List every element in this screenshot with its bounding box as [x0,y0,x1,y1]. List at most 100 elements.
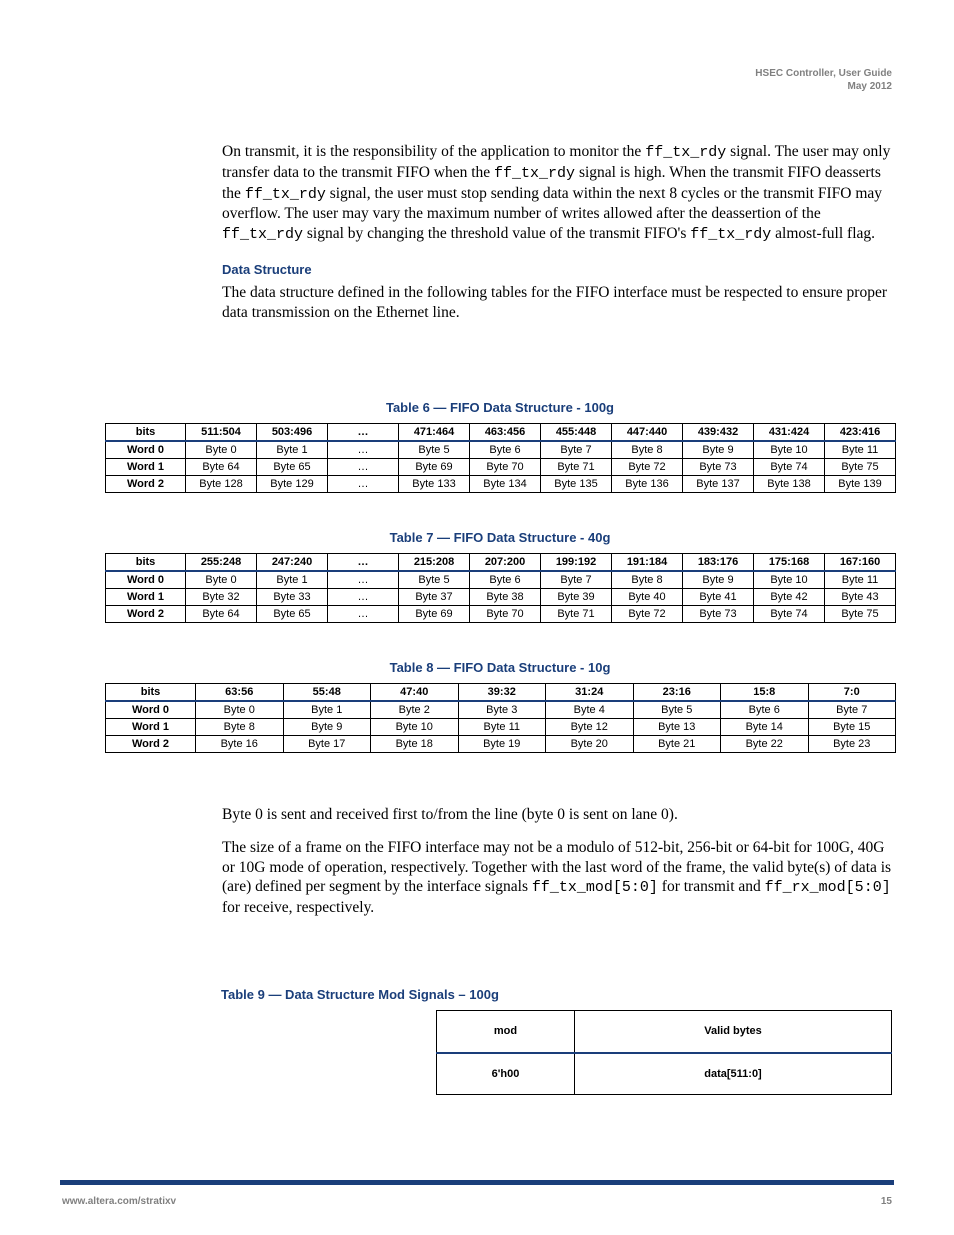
page-header: HSEC Controller, User Guide May 2012 [755,68,892,92]
doc-date: May 2012 [755,81,892,92]
col-header: 215:208 [399,554,470,572]
cell: Byte 9 [683,441,754,459]
col-header: bits [106,684,196,702]
cell: Byte 6 [470,441,541,459]
cell: Byte 43 [825,589,896,606]
cell: Byte 64 [186,606,257,623]
table8-title: Table 8 — FIFO Data Structure - 10g [105,660,895,675]
cell: … [328,606,399,623]
cell: Byte 39 [541,589,612,606]
cell: Byte 128 [186,476,257,493]
cell: Word 0 [106,571,186,589]
table-row: 6'h00 data[511:0] [437,1053,892,1095]
cell: Byte 16 [196,736,284,753]
table-header-row: bits 511:504 503:496 … 471:464 463:456 4… [106,424,896,442]
table-row: Word 1 Byte 32 Byte 33 … Byte 37 Byte 38… [106,589,896,606]
cell: … [328,441,399,459]
cell: Word 2 [106,476,186,493]
cell: Byte 8 [612,571,683,589]
col-header: 463:456 [470,424,541,442]
cell: Byte 6 [470,571,541,589]
cell: Byte 7 [808,701,896,719]
cell: Word 2 [106,736,196,753]
cell: Byte 5 [399,571,470,589]
cell: Byte 5 [633,701,721,719]
page-number: 15 [881,1196,892,1207]
table9-block: Table 9 — Data Structure Mod Signals – 1… [436,987,891,1095]
cell: Byte 41 [683,589,754,606]
cell: Byte 7 [541,571,612,589]
cell: Byte 22 [721,736,809,753]
cell: Byte 7 [541,441,612,459]
cell: Byte 139 [825,476,896,493]
cell: Byte 40 [612,589,683,606]
cell: Byte 134 [470,476,541,493]
cell: Byte 37 [399,589,470,606]
table9-title: Table 9 — Data Structure Mod Signals – 1… [221,987,891,1002]
col-header: 431:424 [754,424,825,442]
table8: bits 63:56 55:48 47:40 39:32 31:24 23:16… [105,683,896,753]
cell: Byte 73 [683,606,754,623]
cell: Word 1 [106,589,186,606]
cell: Byte 11 [458,719,546,736]
paragraph-data-structure: The data structure defined in the follow… [222,283,892,322]
col-header: 31:24 [546,684,634,702]
cell: Byte 32 [186,589,257,606]
footer-url: www.altera.com/stratixv [62,1196,176,1207]
signal-ff_tx_mod: ff_tx_mod[5:0] [532,879,658,896]
cell: Byte 72 [612,459,683,476]
table-row: Word 2 Byte 64 Byte 65 … Byte 69 Byte 70… [106,606,896,623]
cell: Byte 1 [257,571,328,589]
cell: Byte 70 [470,606,541,623]
col-header: 175:168 [754,554,825,572]
cell: Byte 71 [541,606,612,623]
table-header-row: bits 255:248 247:240 … 215:208 207:200 1… [106,554,896,572]
paragraph-transmit: On transmit, it is the responsibility of… [222,142,892,244]
cell: Byte 10 [754,571,825,589]
col-header: 7:0 [808,684,896,702]
cell: Byte 0 [186,571,257,589]
signal-ff_tx_rdy: ff_tx_rdy [245,186,326,203]
cell: Byte 33 [257,589,328,606]
text: for transmit and [658,878,765,895]
table6: bits 511:504 503:496 … 471:464 463:456 4… [105,423,896,493]
cell: Byte 20 [546,736,634,753]
cell: … [328,571,399,589]
cell: Byte 8 [612,441,683,459]
cell: … [328,589,399,606]
table-row: Word 1 Byte 8 Byte 9 Byte 10 Byte 11 Byt… [106,719,896,736]
text: On transmit, it is the responsibility of… [222,143,645,160]
cell: Byte 136 [612,476,683,493]
cell: Byte 23 [808,736,896,753]
table7: bits 255:248 247:240 … 215:208 207:200 1… [105,553,896,623]
cell: Byte 8 [196,719,284,736]
cell: Byte 75 [825,459,896,476]
table7-block: Table 7 — FIFO Data Structure - 40g bits… [105,530,895,623]
cell: Byte 10 [371,719,459,736]
col-header: 247:240 [257,554,328,572]
table9: mod Valid bytes 6'h00 data[511:0] [436,1010,892,1095]
cell: Byte 13 [633,719,721,736]
section-data-structure: Data Structure [222,262,892,277]
cell: Byte 42 [754,589,825,606]
cell: Byte 1 [257,441,328,459]
cell: Byte 69 [399,606,470,623]
signal-ff_tx_rdy: ff_tx_rdy [645,144,726,161]
table-row: Word 2 Byte 16 Byte 17 Byte 18 Byte 19 B… [106,736,896,753]
cell: Byte 6 [721,701,809,719]
col-header: 167:160 [825,554,896,572]
table8-block: Table 8 — FIFO Data Structure - 10g bits… [105,660,895,753]
cell: Byte 4 [546,701,634,719]
cell: Word 0 [106,441,186,459]
col-header: bits [106,554,186,572]
signal-ff_tx_rdy: ff_tx_rdy [690,226,771,243]
table6-title: Table 6 — FIFO Data Structure - 100g [105,400,895,415]
col-header: 63:56 [196,684,284,702]
col-header: 183:176 [683,554,754,572]
table-row: Word 1 Byte 64 Byte 65 … Byte 69 Byte 70… [106,459,896,476]
table-row: Word 2 Byte 128 Byte 129 … Byte 133 Byte… [106,476,896,493]
cell: Word 1 [106,459,186,476]
col-header: 39:32 [458,684,546,702]
cell: Byte 2 [371,701,459,719]
cell: Byte 38 [470,589,541,606]
